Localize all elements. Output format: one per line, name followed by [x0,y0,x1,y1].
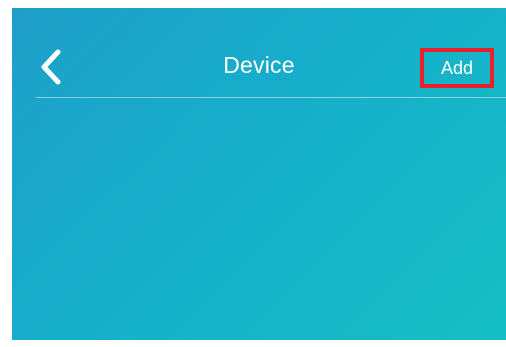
chevron-left-icon [41,49,61,85]
add-device-button[interactable]: Add [420,48,494,88]
navigation-bar: Device Add [12,8,506,98]
back-button[interactable] [36,48,66,86]
device-list-area [12,98,506,340]
device-screen: Device Add [12,8,506,340]
